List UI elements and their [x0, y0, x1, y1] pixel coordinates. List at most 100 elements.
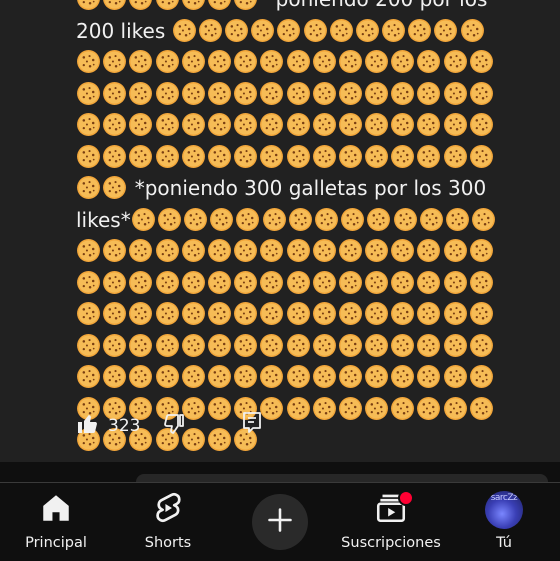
cookie-emoji	[102, 270, 127, 295]
cookie-emoji	[181, 270, 206, 295]
cookie-emoji	[259, 49, 284, 74]
cookie-emoji	[469, 238, 494, 263]
cookie-emoji	[157, 207, 182, 232]
cookie-emoji	[419, 207, 444, 232]
cookie-emoji	[312, 364, 337, 389]
cookie-emoji	[286, 301, 311, 326]
cookie-emoji	[312, 144, 337, 169]
cookie-emoji	[469, 301, 494, 326]
cookie-emoji	[181, 49, 206, 74]
cookie-emoji	[259, 364, 284, 389]
create-button[interactable]	[252, 494, 308, 550]
nav-subscriptions[interactable]: Suscripciones	[336, 491, 446, 551]
cookie-emoji	[128, 238, 153, 263]
cookie-emoji	[443, 270, 468, 295]
thumbs-down-icon	[162, 412, 186, 440]
cookie-emoji	[469, 364, 494, 389]
cookie-emoji	[312, 270, 337, 295]
cookie-emoji	[471, 207, 496, 232]
cookie-emoji	[155, 49, 180, 74]
cookie-emoji	[303, 18, 328, 43]
cookie-emoji	[183, 207, 208, 232]
cookie-emoji	[259, 333, 284, 358]
nav-home[interactable]: Principal	[1, 491, 111, 551]
cookie-emoji	[276, 18, 301, 43]
cookie-emoji	[128, 333, 153, 358]
cookie-emoji	[233, 0, 258, 11]
cookie-emoji	[390, 49, 415, 74]
cookie-emoji	[338, 49, 363, 74]
cookie-emoji	[207, 364, 232, 389]
cookie-emoji	[364, 81, 389, 106]
cookie-emoji	[443, 144, 468, 169]
cookie-emoji	[340, 207, 365, 232]
avatar: sarcZz	[485, 491, 523, 529]
cookie-emoji	[262, 207, 287, 232]
cookie-emoji	[338, 301, 363, 326]
cookie-emoji	[364, 364, 389, 389]
cookie-emoji	[355, 18, 380, 43]
cookie-emoji	[102, 364, 127, 389]
cookie-emoji	[286, 81, 311, 106]
cookie-emoji	[443, 301, 468, 326]
cookie-emoji	[390, 301, 415, 326]
cookie-emoji	[259, 270, 284, 295]
cookie-emoji	[76, 175, 101, 200]
cookie-emoji	[233, 333, 258, 358]
cookie-emoji	[259, 301, 284, 326]
cookie-emoji	[76, 81, 101, 106]
cookie-emoji	[416, 112, 441, 137]
cookie-emoji	[155, 0, 180, 11]
reply-button[interactable]	[240, 410, 264, 440]
cookie-emoji	[181, 364, 206, 389]
cookie-emoji	[128, 144, 153, 169]
cookie-emoji	[329, 18, 354, 43]
cookie-emoji	[102, 301, 127, 326]
cookie-emoji	[181, 301, 206, 326]
cookie-emoji	[207, 112, 232, 137]
nav-shorts-label: Shorts	[144, 535, 192, 551]
cookie-emoji	[338, 112, 363, 137]
cookie-emoji	[286, 270, 311, 295]
cookie-emoji	[207, 301, 232, 326]
cookie-emoji	[469, 112, 494, 137]
like-button[interactable]: 323	[76, 412, 140, 440]
cookie-emoji	[312, 112, 337, 137]
cookie-emoji	[312, 238, 337, 263]
cookie-emoji	[102, 333, 127, 358]
cookie-emoji	[390, 333, 415, 358]
cookie-emoji	[288, 207, 313, 232]
cookie-emoji	[155, 112, 180, 137]
nav-home-label: Principal	[25, 535, 87, 551]
cookie-emoji	[76, 144, 101, 169]
dislike-button[interactable]	[162, 412, 186, 440]
cookie-emoji	[381, 18, 406, 43]
cookie-emoji	[198, 18, 223, 43]
cookie-emoji	[416, 301, 441, 326]
comment-sheet-edge[interactable]	[136, 474, 548, 482]
nav-shorts[interactable]: Shorts	[113, 491, 223, 551]
cookie-emoji	[338, 238, 363, 263]
cookie-emoji	[128, 301, 153, 326]
comment-actions: 323	[0, 404, 560, 444]
cookie-emoji	[181, 144, 206, 169]
cookie-emoji	[209, 207, 234, 232]
nav-you[interactable]: sarcZz Tú	[449, 491, 559, 551]
cookie-emoji	[312, 301, 337, 326]
cookie-emoji	[207, 0, 232, 11]
bottom-navigation: Principal Shorts Suscripciones sarcZz Tú	[0, 482, 560, 561]
cookie-emoji	[233, 238, 258, 263]
like-count: 323	[108, 416, 141, 436]
cookie-emoji	[312, 49, 337, 74]
cookie-emoji	[259, 112, 284, 137]
cookie-emoji	[338, 364, 363, 389]
cookie-emoji	[259, 144, 284, 169]
nav-subscriptions-label: Suscripciones	[341, 535, 441, 551]
cookie-emoji	[102, 112, 127, 137]
cookie-emoji	[366, 207, 391, 232]
cookie-emoji	[128, 49, 153, 74]
cookie-emoji	[233, 144, 258, 169]
cookie-emoji	[128, 81, 153, 106]
avatar-text: sarcZz	[490, 493, 518, 503]
cookie-emoji	[224, 18, 249, 43]
